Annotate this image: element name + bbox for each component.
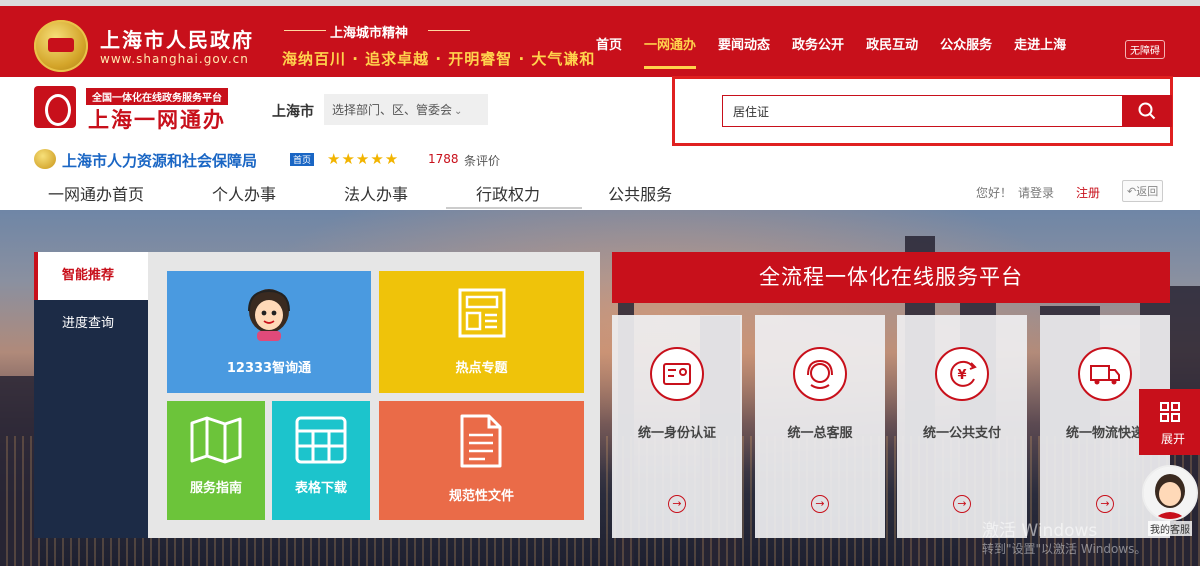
card-unified-service-label: 统一总客服 <box>787 426 853 441</box>
city-spirit-slogan: 海纳百川 · 追求卓越 · 开明睿智 · 大气谦和 <box>282 50 596 68</box>
card-icon-circle: ¥ <box>935 347 989 401</box>
accessibility-button[interactable]: 无障碍 <box>1125 40 1165 59</box>
back-button[interactable]: ↶返回 <box>1122 180 1164 202</box>
bureau-home-badge[interactable]: 首页 <box>290 153 315 166</box>
bureau-name[interactable]: 上海市人力资源和社会保障局 <box>62 150 257 171</box>
arrow-right-icon[interactable]: → <box>953 495 971 513</box>
card-unified-payment-label: 统一公共支付 <box>922 426 1001 441</box>
search-button[interactable] <box>1122 95 1172 127</box>
tile-form-download[interactable]: 表格下载 <box>272 401 370 520</box>
tile-normative-docs[interactable]: 规范性文件 <box>379 401 584 520</box>
document-icon <box>460 414 502 468</box>
greeting-text: 您好！ <box>976 186 1013 200</box>
tab-progress-query[interactable]: 进度查询 <box>34 300 148 348</box>
newspaper-icon <box>458 288 506 338</box>
main-nav: 一网通办首页 个人办事 法人办事 行政权力 公共服务 <box>48 181 740 205</box>
customer-service-avatar-icon <box>248 289 290 341</box>
arrow-right-icon[interactable]: → <box>668 495 686 513</box>
register-link[interactable]: 注册 <box>1076 184 1100 201</box>
tile-12333[interactable]: 12333智询通 <box>167 271 371 393</box>
top-nav-interaction[interactable]: 政民互动 <box>866 34 918 53</box>
card-icon-circle <box>650 347 704 401</box>
rating-count[interactable]: 1788 <box>428 152 459 166</box>
service-tiles: 12333智询通 热点专题 服务指南 表格下载 规范性文件 <box>148 252 600 538</box>
truck-icon <box>1090 365 1120 385</box>
spirit-divider-left <box>284 30 326 31</box>
search-input[interactable] <box>722 95 1123 127</box>
site-url: www.shanghai.gov.cn <box>100 52 249 66</box>
portal-name[interactable]: 上海一网通办 <box>88 104 226 134</box>
card-unified-payment[interactable]: ¥ 统一公共支付 → <box>897 315 1027 538</box>
activate-windows-watermark: 激活 Windows <box>982 521 1098 541</box>
agent-avatar-icon <box>1144 467 1196 519</box>
shanghai-emblem-icon[interactable] <box>34 20 88 72</box>
service-side-tabs: 智能推荐 进度查询 <box>34 252 148 538</box>
top-nav-open-gov[interactable]: 政务公开 <box>792 34 844 53</box>
rating-suffix: 条评价 <box>464 154 501 168</box>
city-spirit-title: 上海城市精神 <box>330 26 409 41</box>
main-nav-admin-power[interactable]: 行政权力 <box>476 181 540 205</box>
headset-icon <box>807 359 833 389</box>
top-nav-public-service[interactable]: 公众服务 <box>940 34 992 53</box>
tile-normative-docs-label: 规范性文件 <box>448 489 514 504</box>
main-nav-home[interactable]: 一网通办首页 <box>48 181 144 205</box>
expand-button[interactable]: 展开 <box>1139 389 1200 455</box>
map-icon <box>190 416 242 464</box>
arrow-right-icon[interactable]: → <box>811 495 829 513</box>
id-card-icon <box>663 363 691 385</box>
top-nav: 首页 一网通办 要闻动态 政务公开 政民互动 公众服务 走进上海 <box>596 34 1066 69</box>
search-icon <box>1138 102 1156 120</box>
department-select[interactable]: 选择部门、区、管委会 ⌄ <box>324 94 488 125</box>
main-nav-public-service[interactable]: 公共服务 <box>608 181 672 205</box>
back-button-label: 返回 <box>1136 185 1159 198</box>
chevron-down-icon: ⌄ <box>454 106 463 117</box>
nav-active-underline <box>446 207 582 209</box>
card-icon-circle <box>793 347 847 401</box>
tab-smart-recommend[interactable]: 智能推荐 <box>34 252 148 300</box>
card-unified-service[interactable]: 统一总客服 → <box>755 315 885 538</box>
city-label: 上海市 <box>272 104 314 120</box>
card-icon-circle <box>1078 347 1132 401</box>
table-icon <box>295 416 347 464</box>
tile-hot-topics-label: 热点专题 <box>455 361 508 376</box>
tile-service-guide-label: 服务指南 <box>189 481 242 496</box>
main-nav-corporate[interactable]: 法人办事 <box>344 181 408 205</box>
department-select-value: 选择部门、区、管委会 <box>332 103 453 117</box>
login-link[interactable]: 请登录 <box>1018 184 1054 201</box>
top-nav-home[interactable]: 首页 <box>596 34 622 53</box>
expand-button-label: 展开 <box>1161 432 1186 446</box>
tile-12333-label: 12333智询通 <box>226 361 312 376</box>
tile-service-guide[interactable]: 服务指南 <box>167 401 265 520</box>
yen-payment-icon: ¥ <box>950 360 977 387</box>
tile-form-download-label: 表格下载 <box>294 481 347 496</box>
card-unified-identity[interactable]: 统一身份认证 → <box>612 315 742 538</box>
grid-icon <box>1160 402 1180 422</box>
rating-stars: ★★★★★ <box>327 150 400 168</box>
my-service-label[interactable]: 我的客服 <box>1148 521 1192 536</box>
portal-tagline: 全国一体化在线政务服务平台 <box>86 88 228 105</box>
svg-text:¥: ¥ <box>957 368 966 383</box>
site-title[interactable]: 上海市人民政府 <box>100 24 254 53</box>
back-arrow-icon: ↶ <box>1127 185 1137 198</box>
yiwangtongban-logo-icon[interactable] <box>34 86 76 128</box>
top-nav-news[interactable]: 要闻动态 <box>718 34 770 53</box>
top-nav-about-shanghai[interactable]: 走进上海 <box>1014 34 1066 53</box>
activate-windows-hint: 转到"设置"以激活 Windows。 <box>982 542 1147 556</box>
top-header-bar: 上海市人民政府 www.shanghai.gov.cn 上海城市精神 海纳百川 … <box>0 0 1200 77</box>
top-nav-one-stop[interactable]: 一网通办 <box>644 34 697 69</box>
bureau-emblem-icon <box>34 149 56 169</box>
platform-title: 全流程一体化在线服务平台 <box>612 252 1170 303</box>
main-nav-personal[interactable]: 个人办事 <box>212 181 276 205</box>
card-unified-identity-label: 统一身份认证 <box>637 426 716 441</box>
customer-service-avatar[interactable] <box>1142 465 1198 521</box>
tile-hot-topics[interactable]: 热点专题 <box>379 271 584 393</box>
arrow-right-icon[interactable]: → <box>1096 495 1114 513</box>
spirit-divider-right <box>428 30 470 31</box>
